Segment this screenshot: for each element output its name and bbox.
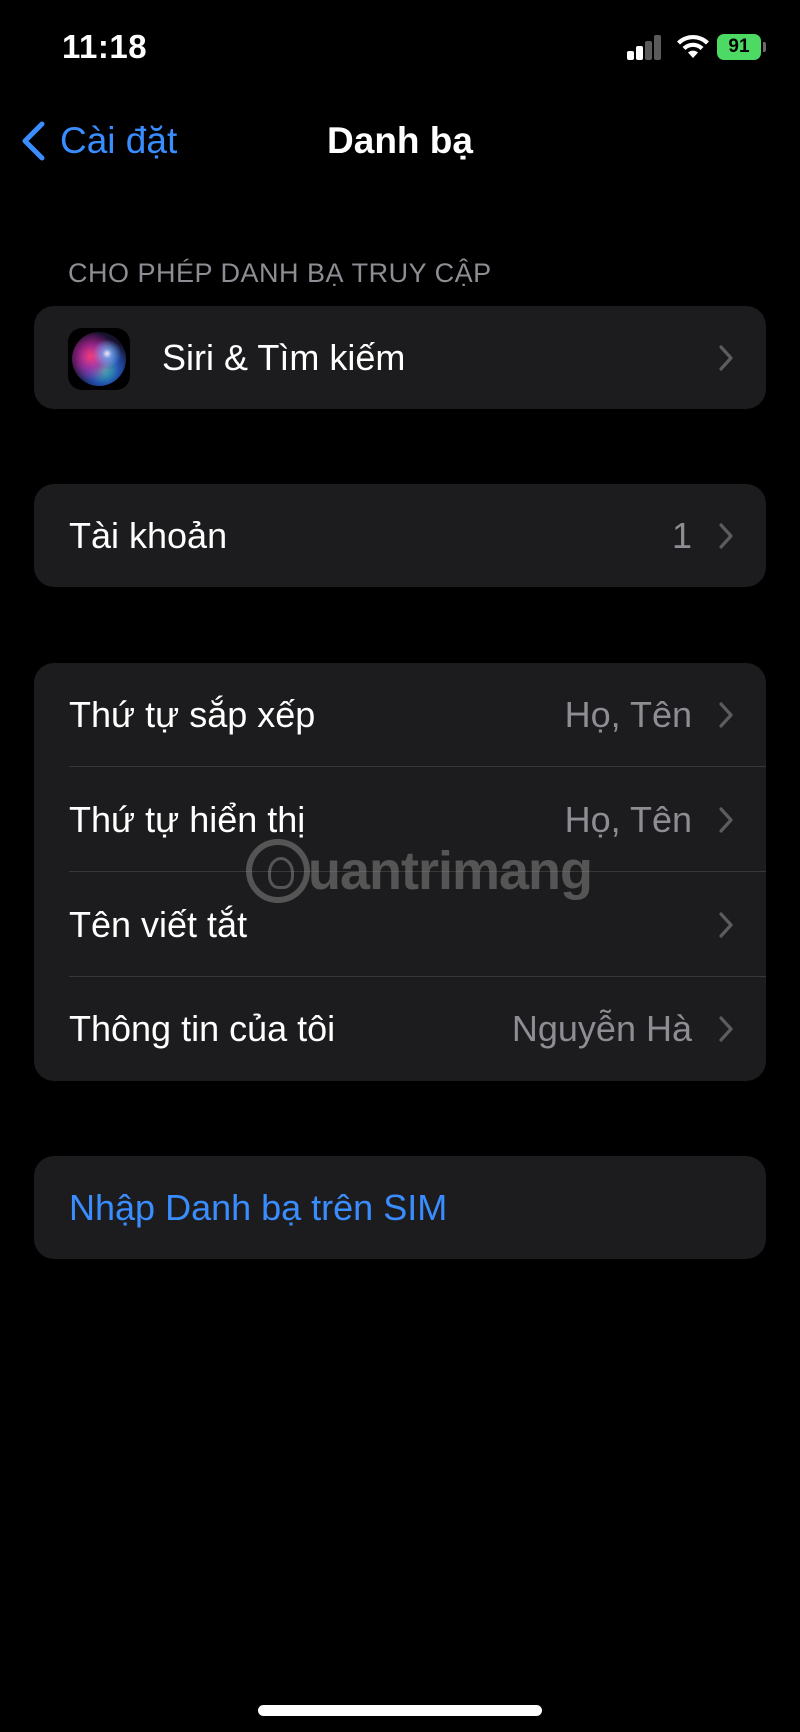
display-order-row[interactable]: Thứ tự hiển thị Họ, Tên	[34, 767, 766, 872]
navigation-bar: Cài đặt Danh bạ	[0, 100, 800, 180]
row-label: Tài khoản	[69, 514, 228, 556]
row-label: Thông tin của tôi	[69, 1008, 336, 1049]
chevron-right-icon	[719, 344, 733, 371]
row-label: Nhập Danh bạ trên SIM	[69, 1186, 448, 1228]
siri-search-row[interactable]: Siri & Tìm kiếm	[34, 306, 766, 409]
page-title: Danh bạ	[327, 120, 473, 161]
row-label: Thứ tự sắp xếp	[69, 694, 316, 735]
battery-icon: 91	[717, 34, 767, 60]
row-value: 1	[671, 514, 692, 556]
chevron-right-icon	[719, 911, 733, 938]
cellular-signal-icon	[627, 34, 663, 60]
chevron-right-icon	[719, 806, 733, 833]
chevron-right-icon	[719, 1016, 733, 1042]
battery-level: 91	[717, 34, 761, 60]
home-indicator[interactable]	[258, 1705, 542, 1716]
wifi-icon	[677, 35, 709, 58]
row-value: Nguyễn Hà	[511, 1008, 692, 1049]
status-time: 11:18	[62, 28, 148, 65]
row-label: Thứ tự hiển thị	[69, 798, 306, 840]
group-allow-access: Siri & Tìm kiếm	[34, 306, 766, 409]
row-value: Họ, Tên	[564, 798, 692, 840]
section-header-allow-access: CHO PHÉP DANH BẠ TRUY CẬP	[68, 258, 492, 288]
import-sim-contacts-button[interactable]: Nhập Danh bạ trên SIM	[34, 1156, 766, 1259]
sort-order-row[interactable]: Thứ tự sắp xếp Họ, Tên	[34, 663, 766, 767]
row-label: Tên viết tắt	[69, 903, 248, 945]
group-accounts: Tài khoản 1	[34, 484, 766, 587]
status-bar: 11:18 91	[0, 0, 800, 100]
group-sim-import: Nhập Danh bạ trên SIM	[34, 1156, 766, 1259]
group-display-settings: Thứ tự sắp xếp Họ, Tên Thứ tự hiển thị H…	[34, 663, 766, 1081]
siri-icon	[68, 328, 130, 390]
my-info-row[interactable]: Thông tin của tôi Nguyễn Hà	[34, 977, 766, 1081]
row-label: Siri & Tìm kiếm	[162, 336, 406, 378]
chevron-right-icon	[719, 702, 733, 728]
chevron-right-icon	[719, 522, 733, 549]
row-value: Họ, Tên	[564, 694, 692, 735]
short-name-row[interactable]: Tên viết tắt	[34, 872, 766, 977]
accounts-row[interactable]: Tài khoản 1	[34, 484, 766, 587]
